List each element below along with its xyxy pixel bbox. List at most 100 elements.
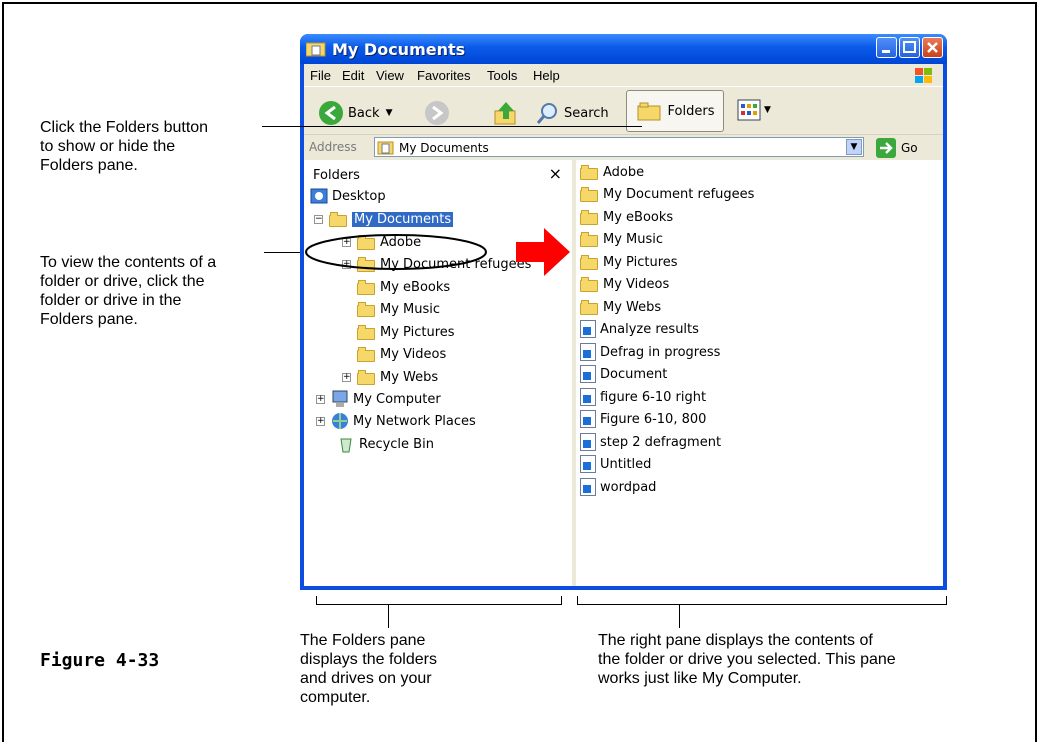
views-dropdown-icon: ▼: [764, 105, 771, 115]
folders-icon: [637, 102, 661, 121]
title-bar[interactable]: My Documents: [300, 34, 947, 64]
image-file-icon: [580, 320, 596, 338]
file-item-untitled[interactable]: Untitled: [580, 454, 651, 474]
bracket-left-stem: [388, 604, 389, 628]
bracket-left-end-a: [316, 596, 317, 605]
videos-folder-icon: [357, 346, 376, 362]
file-item-analyze-results[interactable]: Analyze results: [580, 319, 699, 339]
bracket-right-stem: [679, 604, 680, 628]
standard-toolbar: Back ▼ Search Folders ▼: [304, 86, 943, 135]
file-item-my-webs[interactable]: My Webs: [580, 297, 661, 317]
file-label: My Webs: [603, 299, 662, 315]
folders-label: Folders: [667, 103, 715, 119]
folder-icon: [580, 164, 599, 180]
forward-arrow-icon: [425, 101, 449, 125]
tree-item-my-music[interactable]: My Music: [357, 299, 440, 319]
views-button[interactable]: ▼: [736, 97, 771, 123]
back-label: Back: [348, 105, 380, 121]
tree-label: Desktop: [332, 188, 386, 204]
file-item-wordpad[interactable]: wordpad: [580, 477, 656, 497]
windows-logo-icon: [915, 68, 932, 83]
close-icon: [927, 42, 938, 53]
tree-item-my-ebooks[interactable]: My eBooks: [357, 277, 450, 297]
folders-pane-header: Folders ×: [304, 160, 572, 186]
tree-label: My Computer: [353, 391, 441, 407]
up-folder-icon[interactable]: [492, 99, 520, 127]
minimize-button[interactable]: [876, 37, 897, 58]
file-item-adobe[interactable]: Adobe: [580, 162, 644, 182]
tree-item-my-documents[interactable]: − My Documents: [314, 209, 454, 229]
expand-icon[interactable]: +: [316, 416, 325, 426]
back-button[interactable]: Back ▼: [318, 100, 392, 126]
file-item-my-pictures[interactable]: My Pictures: [580, 252, 678, 272]
folder-icon: [329, 211, 348, 227]
file-item-figure-6-10-800[interactable]: Figure 6-10, 800: [580, 409, 706, 429]
image-file-icon: [580, 410, 596, 428]
menu-help[interactable]: Help: [533, 68, 560, 83]
bracket-left: [316, 604, 562, 605]
pictures-folder-icon: [357, 324, 376, 340]
window-client: File Edit View Favorites Tools Help Back…: [304, 64, 943, 586]
tree-label: My Documents: [352, 211, 454, 227]
file-item-step-2-defragment[interactable]: step 2 defragment: [580, 432, 721, 452]
search-label: Search: [564, 105, 609, 121]
file-item-my-ebooks[interactable]: My eBooks: [580, 207, 673, 227]
collapse-icon[interactable]: −: [314, 214, 323, 224]
folders-pane: Folders × Desktop − My Documents + Adobe: [304, 160, 576, 586]
tree-item-my-computer[interactable]: + My Computer: [316, 389, 441, 409]
menu-file[interactable]: File: [310, 68, 331, 83]
tree-item-recycle-bin[interactable]: Recycle Bin: [337, 434, 434, 454]
file-item-my-videos[interactable]: My Videos: [580, 274, 669, 294]
tree-item-my-webs[interactable]: + My Webs: [342, 367, 438, 387]
go-label: Go: [901, 141, 918, 155]
bracket-left-end-b: [561, 596, 562, 605]
file-label: step 2 defragment: [600, 434, 722, 450]
explorer-panes: Folders × Desktop − My Documents + Adobe: [304, 160, 943, 586]
tree-item-my-videos[interactable]: My Videos: [357, 344, 446, 364]
file-item-my-music[interactable]: My Music: [580, 229, 663, 249]
image-file-icon: [580, 388, 596, 406]
search-button[interactable]: Search: [536, 101, 609, 125]
tree-item-my-pictures[interactable]: My Pictures: [357, 322, 455, 342]
callout-view-contents: To view the contents of a folder or driv…: [40, 254, 217, 328]
maximize-icon: [903, 41, 916, 53]
back-dropdown-icon[interactable]: ▼: [386, 108, 393, 118]
file-item-my-document-refugees[interactable]: My Document refugees: [580, 184, 754, 204]
callout-right-pane: The right pane displays the contents of …: [598, 632, 896, 687]
folder-icon: [357, 279, 376, 295]
folder-icon: [357, 369, 376, 385]
menu-tools[interactable]: Tools: [487, 68, 517, 83]
file-item-document[interactable]: Document: [580, 364, 667, 384]
expand-icon[interactable]: +: [316, 394, 325, 404]
search-icon: [536, 103, 557, 124]
expand-icon[interactable]: +: [342, 372, 351, 382]
go-button[interactable]: Go: [876, 138, 918, 158]
tree-item-my-network-places[interactable]: + My Network Places: [316, 411, 476, 431]
file-label: Figure 6-10, 800: [600, 411, 707, 427]
callout-folders-button: Click the Folders button to show or hide…: [40, 119, 209, 174]
menu-favorites[interactable]: Favorites: [417, 68, 470, 83]
maximize-button[interactable]: [899, 37, 920, 58]
folders-pane-title: Folders: [313, 168, 360, 183]
bracket-right-end-b: [946, 596, 947, 605]
folders-pane-close-icon[interactable]: ×: [549, 164, 562, 183]
bracket-right: [577, 604, 947, 605]
address-dropdown-icon[interactable]: ▼: [846, 139, 862, 155]
contents-pane: Adobe My Document refugees My eBooks My …: [576, 160, 943, 586]
menu-view[interactable]: View: [376, 68, 404, 83]
explorer-window: My Documents File Edit View Favorites To…: [300, 34, 947, 590]
minimize-icon: [882, 50, 890, 53]
menu-edit[interactable]: Edit: [342, 68, 364, 83]
leader-line-folders-overlay: [300, 126, 642, 127]
folder-icon: [306, 42, 326, 57]
my-documents-icon: [377, 141, 394, 155]
file-item-figure-6-10-right[interactable]: figure 6-10 right: [580, 387, 706, 407]
tree-item-desktop[interactable]: Desktop: [310, 186, 386, 206]
file-label: Document: [600, 366, 668, 382]
music-folder-icon: [580, 231, 599, 247]
address-field[interactable]: My Documents ▼: [374, 137, 864, 157]
file-label: Defrag in progress: [600, 344, 721, 360]
close-button[interactable]: [922, 37, 943, 58]
address-label: Address: [309, 140, 357, 154]
file-item-defrag-in-progress[interactable]: Defrag in progress: [580, 342, 720, 362]
